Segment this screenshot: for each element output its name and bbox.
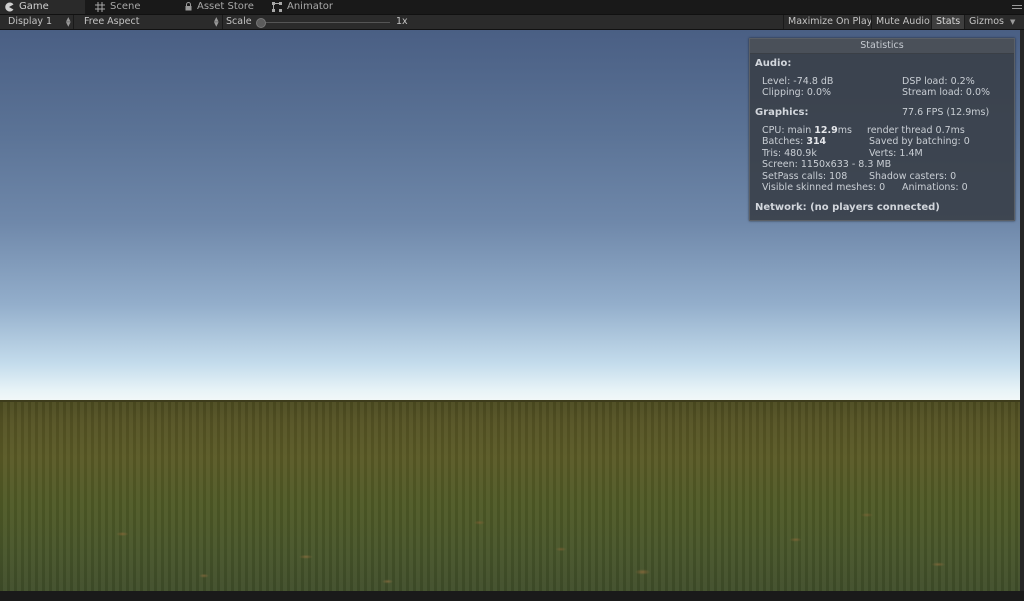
viewport-bottom-border <box>0 591 1024 601</box>
stats-button[interactable]: Stats <box>931 15 965 29</box>
tab-animator-label: Animator <box>287 1 333 12</box>
lock-icon <box>185 2 192 12</box>
viewport-right-border <box>1020 30 1024 591</box>
display-dropdown[interactable]: Display 1 ▲ ▼ <box>0 15 74 29</box>
cpu-main: CPU: main 12.9ms <box>762 125 852 136</box>
visible-skinned-meshes: Visible skinned meshes: 0 <box>762 182 886 193</box>
scale-slider-thumb[interactable] <box>256 18 266 28</box>
tab-scene-label: Scene <box>110 1 141 12</box>
tab-options-menu-icon[interactable] <box>1012 3 1022 11</box>
animations: Animations: 0 <box>902 182 968 193</box>
maximize-on-play-button[interactable]: Maximize On Play <box>783 15 876 29</box>
tab-asset-store-label: Asset Store <box>197 1 254 12</box>
setpass-calls: SetPass calls: 108 <box>762 171 848 182</box>
statistics-title: Statistics <box>750 39 1014 54</box>
dropdown-arrows-icon: ▲ ▼ <box>66 16 71 28</box>
gizmos-label: Gizmos <box>969 16 1005 27</box>
terrain-ground <box>0 401 1020 591</box>
statistics-panel: Statistics Audio: Level: -74.8 dB DSP lo… <box>749 38 1015 221</box>
graphics-heading: Graphics: <box>755 107 809 118</box>
grid-icon <box>95 2 105 12</box>
gizmos-dropdown[interactable]: Gizmos ▼ <box>964 15 1019 29</box>
scale-value: 1x <box>396 16 408 27</box>
verts: Verts: 1.4M <box>869 148 923 159</box>
batches-value: 314 <box>806 136 827 147</box>
screen-info: Screen: 1150x633 - 8.3 MB <box>762 159 892 170</box>
render-thread: render thread 0.7ms <box>867 125 965 136</box>
stream-load: Stream load: 0.0% <box>902 87 991 98</box>
tab-asset-store[interactable]: Asset Store <box>185 0 254 14</box>
cpu-main-value: 12.9 <box>814 125 838 136</box>
pacman-icon <box>4 2 14 12</box>
animator-icon <box>272 2 282 12</box>
tab-animator[interactable]: Animator <box>272 0 333 14</box>
scale-label: Scale <box>226 16 252 27</box>
batches: Batches: 314 <box>762 136 827 147</box>
tab-game[interactable]: Game <box>0 0 85 14</box>
scale-slider-track[interactable] <box>262 22 390 23</box>
audio-level: Level: -74.8 dB <box>762 76 834 87</box>
audio-clipping: Clipping: 0.0% <box>762 87 832 98</box>
display-dropdown-value: Display 1 <box>8 16 53 27</box>
aspect-dropdown-value: Free Aspect <box>84 16 140 27</box>
horizon-line <box>0 400 1020 402</box>
tab-bar: Game Scene Asset Store Animator <box>0 0 1024 15</box>
chevron-down-icon: ▼ <box>1010 18 1016 26</box>
tab-scene[interactable]: Scene <box>95 0 141 14</box>
mute-audio-button[interactable]: Mute Audio <box>871 15 934 29</box>
game-view-toolbar: Display 1 ▲ ▼ Free Aspect ▲ ▼ Scale 1x Max… <box>0 15 1024 30</box>
saved-by-batching: Saved by batching: 0 <box>869 136 970 147</box>
tris: Tris: 480.9k <box>762 148 817 159</box>
dropdown-arrows-icon: ▲ ▼ <box>214 16 219 28</box>
network-status: Network: (no players connected) <box>755 202 940 213</box>
shadow-casters: Shadow casters: 0 <box>869 171 957 182</box>
audio-heading: Audio: <box>755 58 792 69</box>
tab-game-label: Game <box>19 1 49 12</box>
fps-readout: 77.6 FPS (12.9ms) <box>902 107 990 118</box>
dsp-load: DSP load: 0.2% <box>902 76 975 87</box>
aspect-dropdown[interactable]: Free Aspect ▲ ▼ <box>75 15 223 29</box>
